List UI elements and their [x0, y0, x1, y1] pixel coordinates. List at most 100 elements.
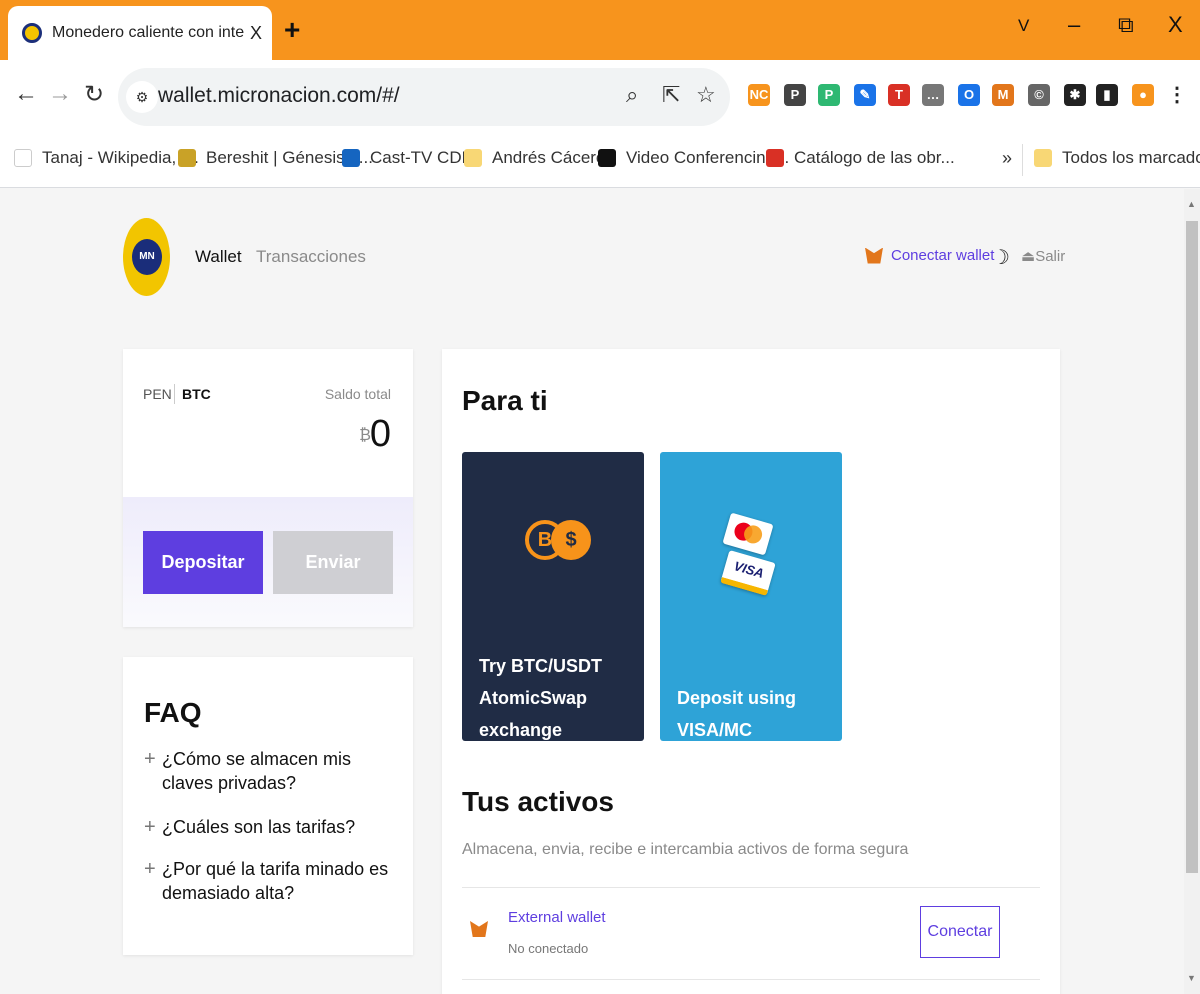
- puzzle-extension-icon[interactable]: ✱: [1064, 84, 1086, 106]
- dollar-coin-icon: $: [551, 520, 591, 560]
- zoom-icon[interactable]: ⌕: [626, 82, 638, 108]
- logout-label: Salir: [1035, 248, 1066, 265]
- faq-question: ¿Cómo se almacen mis claves privadas?: [162, 749, 352, 793]
- atomicswap-tile[interactable]: B $ Try BTC/USDT AtomicSwap exchange: [462, 452, 644, 741]
- send-button[interactable]: Enviar: [273, 531, 393, 594]
- site-favicon-icon: [22, 23, 42, 43]
- bookmark-star-icon[interactable]: ☆: [696, 82, 716, 108]
- for-you-title: Para ti: [462, 385, 548, 416]
- faq-item[interactable]: + ¿Por qué la tarifa minado es demasiado…: [144, 857, 394, 905]
- plus-icon: +: [144, 748, 156, 770]
- faq-card: FAQ + ¿Cómo se almacen mis claves privad…: [123, 657, 413, 955]
- currency-btc-toggle[interactable]: BTC: [182, 386, 211, 402]
- browser-toolbar: ← → ↻ ⚙ wallet.micronacion.com/#/ ⌕ ⇱ ☆ …: [0, 60, 1200, 132]
- tile-label: Deposit using VISA/MC: [677, 688, 797, 740]
- plus-icon: +: [144, 816, 156, 838]
- faq-item[interactable]: + ¿Cuáles son las tarifas?: [144, 815, 394, 839]
- assets-title: Tus activos: [462, 786, 614, 817]
- scroll-thumb[interactable]: [1186, 221, 1198, 873]
- nc-extension-icon[interactable]: NC: [748, 84, 770, 106]
- profile-avatar-icon[interactable]: ●: [1132, 84, 1154, 106]
- bookmark-item[interactable]: Catálogo de las obr...: [766, 148, 955, 168]
- tab-title: Monedero caliente con intercam: [52, 24, 244, 41]
- menorah-icon: [178, 149, 196, 167]
- web-page: MN Wallet Transacciones Conectar wallet …: [0, 189, 1184, 994]
- close-window-button[interactable]: X: [1168, 12, 1183, 38]
- comment-extension-icon[interactable]: …: [922, 84, 944, 106]
- cast-tv-icon: [342, 149, 360, 167]
- tab-search-button[interactable]: V: [1018, 16, 1029, 36]
- visa-mc-deposit-tile[interactable]: VISA Deposit using VISA/MC: [660, 452, 842, 741]
- connect-button[interactable]: Conectar: [920, 906, 1000, 958]
- browser-tab-strip: Monedero caliente con intercam X + V – ⧉…: [0, 0, 1200, 60]
- assets-subtitle: Almacena, envia, recibe e intercambia ac…: [462, 841, 909, 858]
- total-balance-value: 0: [369, 413, 391, 455]
- reload-icon[interactable]: ↻: [84, 80, 104, 109]
- plus-icon: +: [144, 858, 156, 880]
- minimize-button[interactable]: –: [1068, 12, 1080, 38]
- page-scrollbar[interactable]: ▲ ▼: [1184, 189, 1200, 994]
- site-info-icon[interactable]: ⚙: [126, 81, 158, 113]
- tile-label: AtomicSwap exchange: [479, 688, 588, 740]
- logout-icon: ⏏: [1021, 248, 1036, 265]
- faq-item[interactable]: + ¿Cómo se almacen mis claves privadas?: [144, 747, 394, 795]
- currency-pen-toggle[interactable]: PEN: [143, 386, 172, 402]
- t-extension-icon[interactable]: T: [888, 84, 910, 106]
- mastercard-icon: [722, 512, 774, 556]
- scroll-down-arrow-icon[interactable]: ▼: [1187, 973, 1196, 983]
- wikipedia-icon: [14, 149, 32, 167]
- bookmark-label: Catálogo de las obr...: [794, 148, 955, 167]
- dark-mode-moon-icon[interactable]: ☽: [992, 245, 1010, 270]
- folder-icon: [1034, 149, 1052, 167]
- forward-arrow-icon[interactable]: →: [48, 80, 72, 108]
- connect-wallet-label: Conectar wallet: [891, 247, 995, 264]
- bookmark-label: Tanaj - Wikipedia, l...: [42, 148, 199, 167]
- back-arrow-icon[interactable]: ←: [14, 80, 38, 108]
- url-text[interactable]: wallet.micronacion.com/#/: [158, 84, 400, 108]
- feather-extension-icon[interactable]: ✎: [854, 84, 876, 106]
- connect-wallet-link[interactable]: Conectar wallet: [865, 247, 994, 264]
- folder-icon: [464, 149, 482, 167]
- faq-question: ¿Por qué la tarifa minado es demasiado a…: [162, 859, 389, 903]
- total-balance-label: Saldo total: [324, 386, 391, 402]
- browser-tab[interactable]: Monedero caliente con intercam X: [8, 6, 272, 60]
- restore-button[interactable]: ⧉: [1118, 12, 1134, 38]
- all-bookmarks-folder[interactable]: Todos los marcadores: [1034, 148, 1200, 168]
- balance-card: PEN BTC Saldo total ₿ 0 Depositar Enviar: [123, 349, 413, 627]
- circle-p-extension-icon[interactable]: P: [784, 84, 806, 106]
- asset-name[interactable]: External wallet: [508, 909, 606, 926]
- bookmarks-overflow-button[interactable]: »: [1002, 148, 1012, 169]
- tab-close-button[interactable]: X: [250, 23, 262, 44]
- sidepanel-icon[interactable]: ▮: [1096, 84, 1118, 106]
- kebab-menu-icon[interactable]: ⋮: [1166, 84, 1188, 106]
- metamask-fox-icon: [470, 921, 488, 937]
- new-tab-button[interactable]: +: [284, 14, 300, 46]
- bookmark-label: Video Conferencing...: [626, 148, 790, 167]
- logout-link[interactable]: ⏏Salir: [1021, 247, 1065, 265]
- metamask-extension-icon[interactable]: M: [992, 84, 1014, 106]
- address-bar[interactable]: ⚙ wallet.micronacion.com/#/ ⌕ ⇱ ☆: [118, 68, 730, 126]
- deposit-button[interactable]: Depositar: [143, 531, 263, 594]
- bookmark-item[interactable]: Video Conferencing...: [598, 148, 789, 168]
- divider: [462, 887, 1040, 888]
- video-conf-icon: [598, 149, 616, 167]
- logo-emblem: MN: [132, 239, 162, 275]
- scroll-up-arrow-icon[interactable]: ▲: [1187, 199, 1196, 209]
- nav-wallet[interactable]: Wallet: [195, 247, 242, 267]
- blue-circle-extension-icon[interactable]: O: [958, 84, 980, 106]
- all-bookmarks-label: Todos los marcadores: [1062, 148, 1200, 167]
- bookmark-item[interactable]: Cast-TV CDN: [342, 148, 474, 168]
- micronacion-logo[interactable]: MN: [123, 218, 170, 296]
- nav-transacciones[interactable]: Transacciones: [256, 247, 366, 267]
- currency-separator: [174, 384, 175, 404]
- bookmark-item[interactable]: Andrés Cáceres: [464, 148, 614, 168]
- tile-label: Try BTC/USDT: [479, 656, 603, 676]
- divider: [462, 979, 1040, 980]
- share-icon[interactable]: ⇱: [662, 82, 680, 108]
- bookmark-item[interactable]: Tanaj - Wikipedia, l...: [14, 148, 199, 168]
- bookmark-label: Andrés Cáceres: [492, 148, 614, 167]
- metamask-fox-icon: [865, 247, 883, 264]
- copyright-extension-icon[interactable]: ©: [1028, 84, 1050, 106]
- green-extension-icon[interactable]: P: [818, 84, 840, 106]
- balance-actions: Depositar Enviar: [123, 497, 413, 627]
